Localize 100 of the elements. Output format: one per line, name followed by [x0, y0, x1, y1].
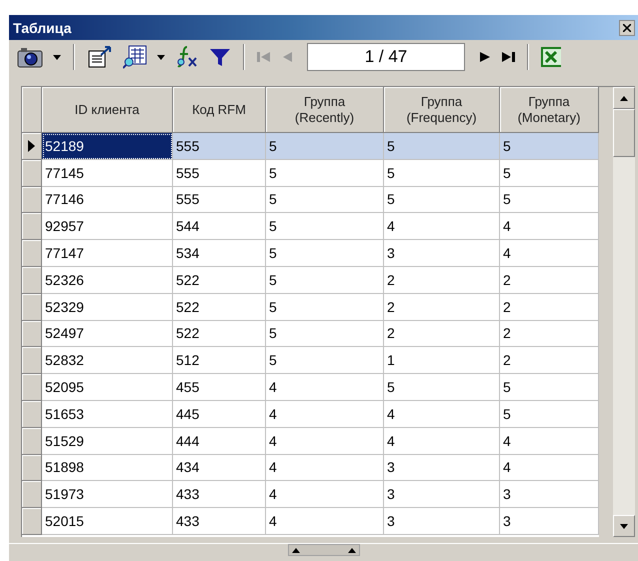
table-cell: 5	[500, 133, 599, 160]
table-cell: 3	[384, 481, 500, 508]
table-cell: 4	[500, 454, 599, 482]
page-field[interactable]: 1 / 47	[307, 43, 465, 71]
table-cell: 51898	[42, 454, 173, 482]
scroll-thumb[interactable]	[613, 109, 635, 157]
table-cell: 52497	[42, 320, 173, 348]
table-cell: 4	[384, 428, 500, 455]
splitter-handle[interactable]	[288, 544, 360, 556]
caret-icon	[53, 54, 61, 60]
table-cell: 445	[173, 400, 266, 428]
first-record-icon	[257, 51, 271, 63]
spreadsheet-export-button[interactable]	[539, 44, 563, 70]
table-cell: 4	[266, 481, 384, 508]
column-header[interactable]: Группа (Frequency)	[384, 87, 500, 133]
table-cell: 1	[384, 347, 500, 374]
table-cell: 455	[173, 374, 266, 401]
column-header[interactable]: Группа (Monetary)	[500, 87, 599, 133]
table-cell: 52329	[42, 294, 173, 321]
table-cell: 92957	[42, 213, 173, 240]
table-cell: 544	[173, 213, 266, 240]
table-cell: 5	[500, 186, 599, 214]
table-cell: 2	[384, 294, 500, 321]
table-cell: 555	[173, 160, 266, 187]
table-cell: 4	[266, 374, 384, 401]
table-cell: 52015	[42, 508, 173, 535]
table-cell: 4	[500, 213, 599, 240]
table-cell: 5	[500, 374, 599, 401]
table-cell: 51529	[42, 428, 173, 455]
table-cell: 5	[266, 186, 384, 214]
column-header[interactable]: Код RFM	[173, 87, 266, 133]
window-title: Таблица	[12, 20, 72, 36]
table-cell: 444	[173, 428, 266, 455]
table-cell: 522	[173, 294, 266, 321]
table-cell: 2	[500, 347, 599, 374]
table-cell: 2	[384, 320, 500, 348]
table-cell: 52189	[42, 133, 173, 160]
scroll-down-button[interactable]	[613, 515, 635, 537]
table-cell: 5	[266, 160, 384, 187]
table-cell: 4	[266, 508, 384, 535]
next-record-icon	[479, 51, 491, 63]
table-cell: 2	[384, 266, 500, 294]
table-cell: 4	[266, 400, 384, 428]
table-cell: 4	[266, 454, 384, 482]
table-cell: 77145	[42, 160, 173, 187]
table-cell: 51973	[42, 481, 173, 508]
table-cell: 77147	[42, 240, 173, 267]
column-header[interactable]: Группа (Recently)	[266, 87, 384, 133]
table-cell: 4	[500, 428, 599, 455]
table-cell: 5	[500, 400, 599, 428]
table-cell: 433	[173, 481, 266, 508]
last-record-icon	[501, 51, 515, 63]
table-cell: 522	[173, 320, 266, 348]
table-cell: 4	[266, 428, 384, 455]
table-cell: 522	[173, 266, 266, 294]
table-cell: 2	[500, 266, 599, 294]
close-icon	[623, 24, 631, 32]
table-cell: 3	[500, 508, 599, 535]
table-cell: 433	[173, 508, 266, 535]
close-button[interactable]	[619, 20, 635, 36]
table-cell: 2	[500, 320, 599, 348]
table-cell: 3	[500, 481, 599, 508]
table-cell: 555	[173, 133, 266, 160]
table-cell: 3	[384, 454, 500, 482]
table-cell: 534	[173, 240, 266, 267]
table-cell: 434	[173, 454, 266, 482]
previous-record-icon	[281, 51, 293, 63]
table-cell: 3	[384, 240, 500, 267]
table-cell: 5	[384, 186, 500, 214]
table-cell: 4	[384, 400, 500, 428]
column-header[interactable]: ID клиента	[42, 87, 173, 133]
table-cell: 5	[266, 347, 384, 374]
table-cell: 5	[266, 133, 384, 160]
table-cell: 51653	[42, 400, 173, 428]
table-cell: 77146	[42, 186, 173, 214]
down-arrow-icon	[620, 524, 628, 528]
report-search-button[interactable]	[121, 44, 149, 70]
current-row-icon	[28, 140, 35, 152]
table-cell: 3	[384, 508, 500, 535]
table-cell: 5	[384, 374, 500, 401]
scroll-up-button[interactable]	[613, 87, 635, 109]
up-arrow-icon	[620, 96, 628, 100]
table-cell: 5	[266, 240, 384, 267]
caret-icon	[157, 54, 165, 60]
table-cell: 5	[266, 294, 384, 321]
table-cell: 512	[173, 347, 266, 374]
table-cell: 52095	[42, 374, 173, 401]
table-cell: 5	[384, 133, 500, 160]
table-cell: 4	[500, 240, 599, 267]
table-cell: 5	[500, 160, 599, 187]
table-cell: 555	[173, 186, 266, 214]
row-header[interactable]	[22, 133, 42, 160]
table-cell: 5	[266, 213, 384, 240]
table-cell: 5	[266, 266, 384, 294]
table-cell: 5	[266, 320, 384, 348]
table-cell: 4	[384, 213, 500, 240]
table-cell: 52832	[42, 347, 173, 374]
table-cell: 5	[384, 160, 500, 187]
table-cell: 2	[500, 294, 599, 321]
table-cell: 52326	[42, 266, 173, 294]
